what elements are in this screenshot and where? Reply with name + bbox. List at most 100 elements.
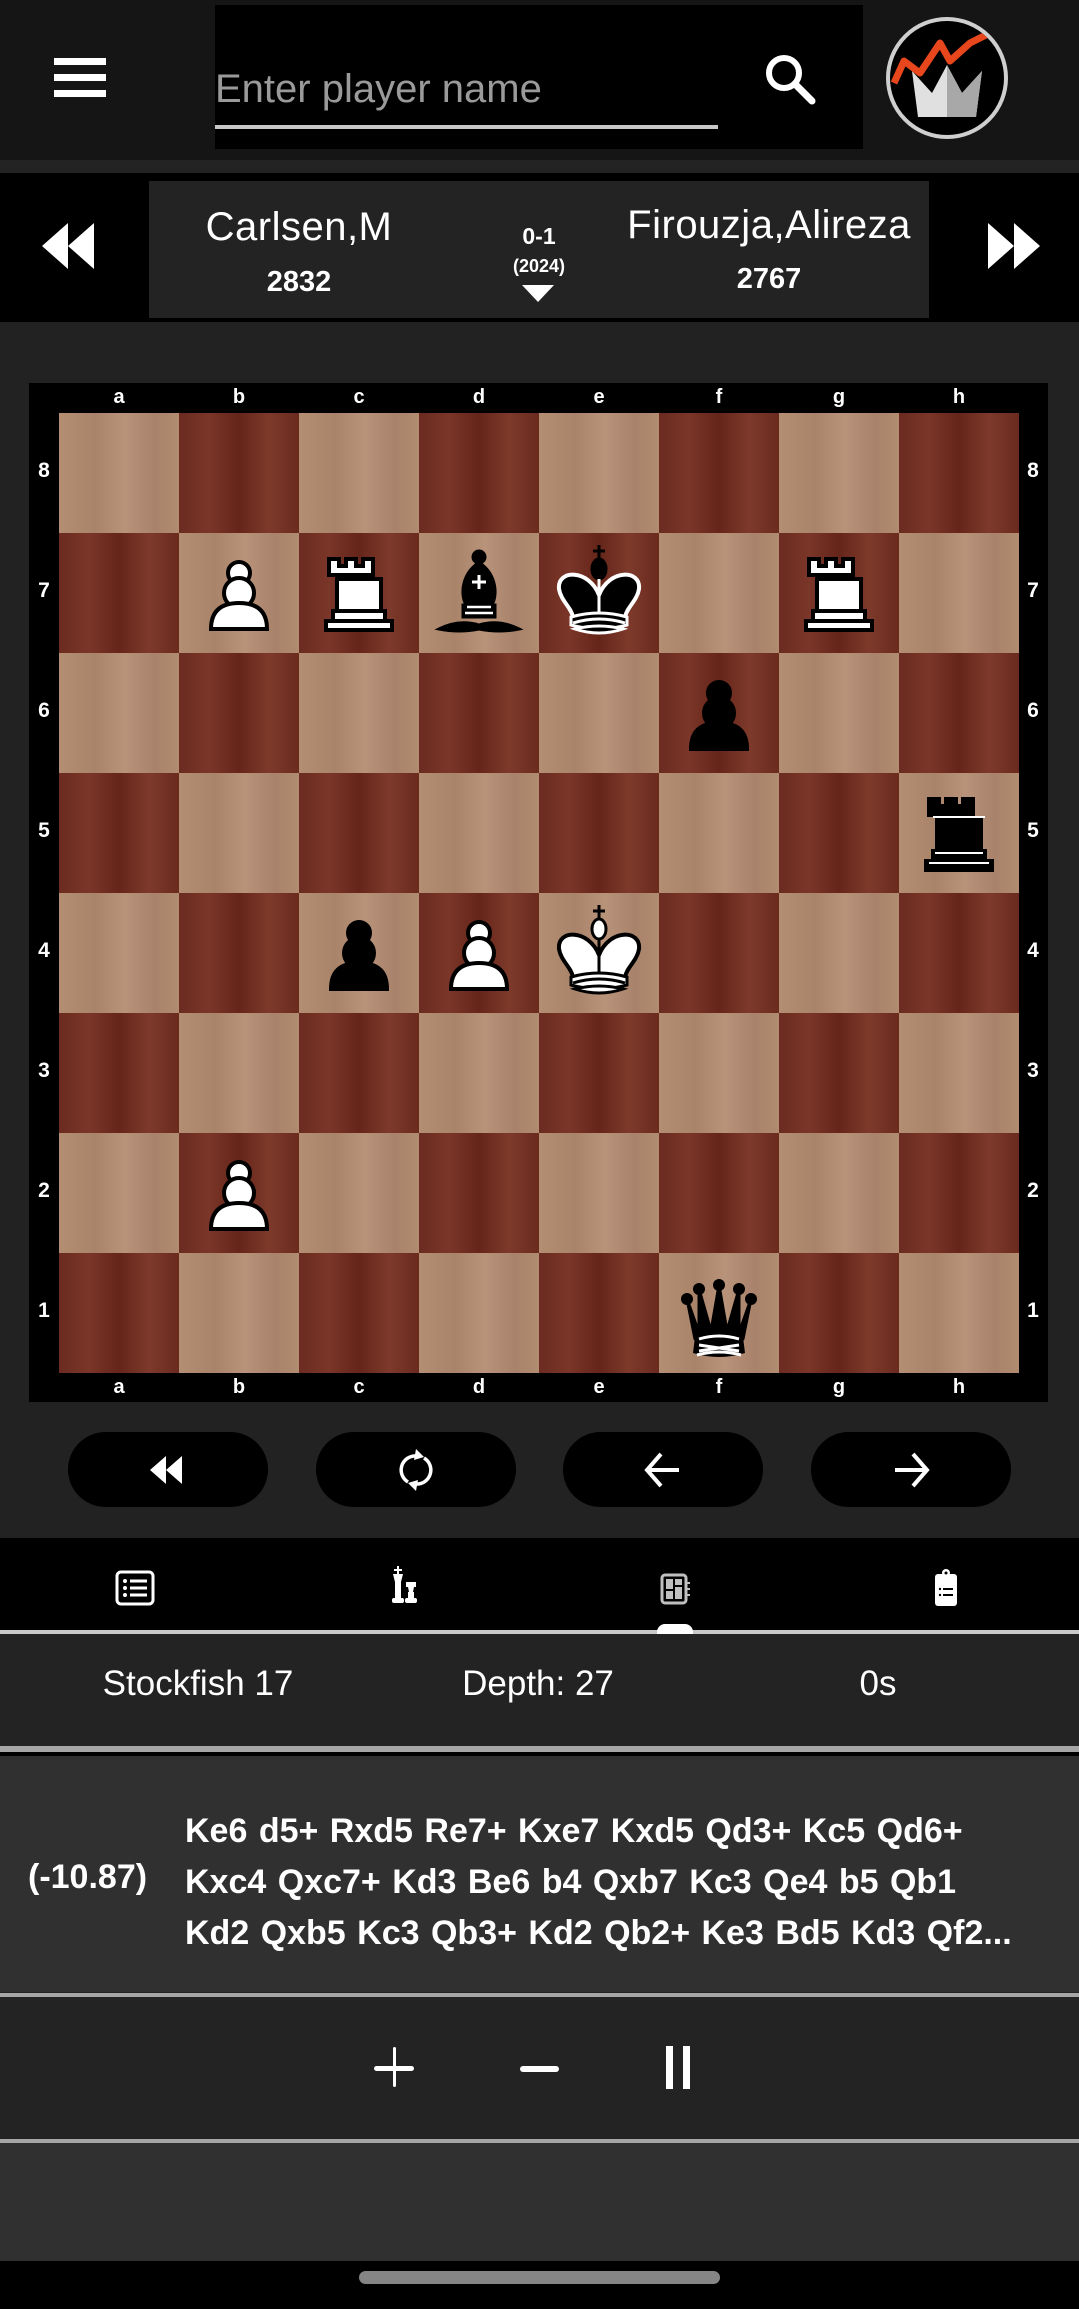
white-pawn-d4[interactable] bbox=[419, 893, 539, 1013]
square-a5[interactable] bbox=[59, 773, 179, 893]
square-a3[interactable] bbox=[59, 1013, 179, 1133]
square-e3[interactable] bbox=[539, 1013, 659, 1133]
square-a2[interactable] bbox=[59, 1133, 179, 1253]
square-g3[interactable] bbox=[779, 1013, 899, 1133]
white-rook-g7[interactable] bbox=[779, 533, 899, 653]
remove-line-button[interactable] bbox=[505, 2033, 575, 2103]
empty-panel bbox=[0, 2143, 1079, 2261]
engine-name[interactable]: Stockfish 17 bbox=[48, 1664, 348, 1704]
pv-line: Ke6 d5+ Rxd5 Re7+ Kxe7 Kxd5 Qd3+ Kc5 Qd6… bbox=[185, 1812, 963, 1850]
previous-game-button[interactable] bbox=[40, 221, 110, 271]
black-queen-f1[interactable] bbox=[659, 1253, 779, 1373]
square-c3[interactable] bbox=[299, 1013, 419, 1133]
square-d8[interactable] bbox=[419, 413, 539, 533]
principal-variation[interactable]: Ke6 d5+ Rxd5 Re7+ Kxe7 Kxd5 Qd3+ Kc5 Qd6… bbox=[185, 1806, 1065, 1959]
square-a8[interactable] bbox=[59, 413, 179, 533]
square-g4[interactable] bbox=[779, 893, 899, 1013]
white-rook-c7[interactable] bbox=[299, 533, 419, 653]
game-info-box[interactable]: Carlsen,M 2832 0-1 (2024) Firouzja,Alire… bbox=[149, 181, 929, 318]
black-bishop-d7[interactable] bbox=[419, 533, 539, 653]
square-c1[interactable] bbox=[299, 1253, 419, 1373]
square-e1[interactable] bbox=[539, 1253, 659, 1373]
engine-controls bbox=[0, 1998, 1079, 2139]
tab-engine[interactable] bbox=[540, 1538, 810, 1631]
square-g1[interactable] bbox=[779, 1253, 899, 1373]
square-h1[interactable] bbox=[899, 1253, 1019, 1373]
square-c6[interactable] bbox=[299, 653, 419, 773]
black-rook-h5[interactable] bbox=[899, 773, 1019, 893]
square-h4[interactable] bbox=[899, 893, 1019, 1013]
square-b3[interactable] bbox=[179, 1013, 299, 1133]
square-c2[interactable] bbox=[299, 1133, 419, 1253]
next-game-button[interactable] bbox=[972, 221, 1042, 271]
white-pawn-b7[interactable] bbox=[179, 533, 299, 653]
square-a6[interactable] bbox=[59, 653, 179, 773]
square-b8[interactable] bbox=[179, 413, 299, 533]
square-f3[interactable] bbox=[659, 1013, 779, 1133]
menu-button[interactable] bbox=[52, 58, 110, 98]
square-h7[interactable] bbox=[899, 533, 1019, 653]
home-gesture-handle[interactable] bbox=[359, 2271, 720, 2284]
arrow-left-icon bbox=[644, 1452, 679, 1488]
previous-move-button[interactable] bbox=[563, 1432, 763, 1507]
square-h3[interactable] bbox=[899, 1013, 1019, 1133]
square-g2[interactable] bbox=[779, 1133, 899, 1253]
square-d2[interactable] bbox=[419, 1133, 539, 1253]
square-d3[interactable] bbox=[419, 1013, 539, 1133]
square-c8[interactable] bbox=[299, 413, 419, 533]
square-b5[interactable] bbox=[179, 773, 299, 893]
square-h8[interactable] bbox=[899, 413, 1019, 533]
rank-label-2: 2 bbox=[1027, 1179, 1039, 1202]
tab-games[interactable] bbox=[270, 1538, 540, 1631]
square-e2[interactable] bbox=[539, 1133, 659, 1253]
square-e5[interactable] bbox=[539, 773, 659, 893]
rank-label-5: 5 bbox=[38, 819, 50, 842]
square-e8[interactable] bbox=[539, 413, 659, 533]
square-f7[interactable] bbox=[659, 533, 779, 653]
square-b1[interactable] bbox=[179, 1253, 299, 1373]
flip-board-button[interactable] bbox=[316, 1432, 516, 1507]
square-a4[interactable] bbox=[59, 893, 179, 1013]
square-a7[interactable] bbox=[59, 533, 179, 653]
white-king-e4[interactable] bbox=[539, 893, 659, 1013]
square-a1[interactable] bbox=[59, 1253, 179, 1373]
minus-icon bbox=[520, 2066, 559, 2072]
square-h6[interactable] bbox=[899, 653, 1019, 773]
black-pawn-icon bbox=[328, 920, 390, 991]
square-d6[interactable] bbox=[419, 653, 539, 773]
square-f2[interactable] bbox=[659, 1133, 779, 1253]
square-g8[interactable] bbox=[779, 413, 899, 533]
square-f8[interactable] bbox=[659, 413, 779, 533]
add-line-button[interactable] bbox=[360, 2033, 430, 2103]
square-b6[interactable] bbox=[179, 653, 299, 773]
panel-tabs bbox=[0, 1538, 1079, 1631]
tab-notes[interactable] bbox=[810, 1538, 1079, 1631]
black-pawn-c4[interactable] bbox=[299, 893, 419, 1013]
square-f4[interactable] bbox=[659, 893, 779, 1013]
next-move-button[interactable] bbox=[811, 1432, 1011, 1507]
file-label-f: f bbox=[715, 1376, 723, 1398]
player-search-input[interactable] bbox=[215, 45, 718, 129]
black-pawn-f6[interactable] bbox=[659, 653, 779, 773]
engine-analysis-panel: (-10.87) Ke6 d5+ Rxd5 Re7+ Kxe7 Kxd5 Qd3… bbox=[0, 1756, 1079, 1992]
pause-engine-button[interactable] bbox=[648, 2033, 718, 2103]
square-f5[interactable] bbox=[659, 773, 779, 893]
square-b4[interactable] bbox=[179, 893, 299, 1013]
first-move-button[interactable] bbox=[68, 1432, 268, 1507]
rank-label-6: 6 bbox=[1027, 699, 1039, 722]
square-g5[interactable] bbox=[779, 773, 899, 893]
square-d1[interactable] bbox=[419, 1253, 539, 1373]
black-king-e7[interactable] bbox=[539, 533, 659, 653]
white-pawn-b2[interactable] bbox=[179, 1133, 299, 1253]
search-icon[interactable] bbox=[760, 49, 820, 109]
square-c5[interactable] bbox=[299, 773, 419, 893]
app-logo[interactable] bbox=[886, 17, 1008, 139]
rewind-icon bbox=[150, 1456, 182, 1484]
square-g6[interactable] bbox=[779, 653, 899, 773]
square-d5[interactable] bbox=[419, 773, 539, 893]
dropdown-arrow-icon[interactable] bbox=[522, 285, 554, 302]
square-h2[interactable] bbox=[899, 1133, 1019, 1253]
tab-moves[interactable] bbox=[0, 1538, 270, 1631]
square-e6[interactable] bbox=[539, 653, 659, 773]
chess-board[interactable] bbox=[59, 413, 1019, 1373]
